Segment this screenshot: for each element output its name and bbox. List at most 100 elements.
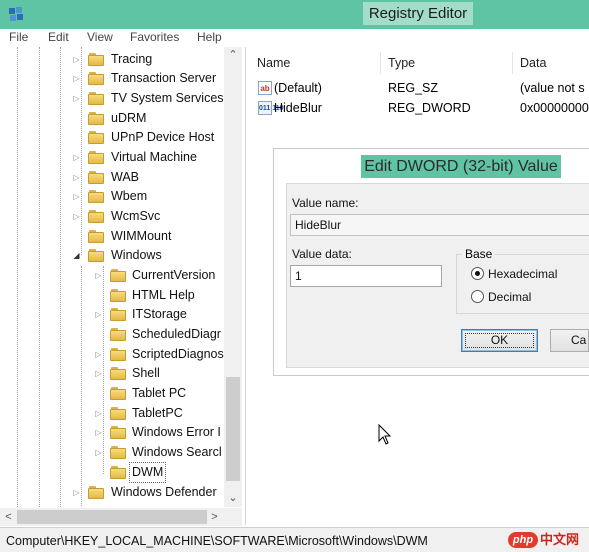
expand-arrow-icon[interactable]: ▷ (72, 207, 81, 226)
folder-icon (88, 131, 104, 144)
watermark-badge: php (508, 532, 538, 548)
folder-open-icon (88, 249, 104, 262)
expand-arrow-icon[interactable]: ▷ (72, 50, 81, 69)
menu-view[interactable]: View (87, 29, 113, 47)
scrollbar-thumb[interactable] (17, 510, 207, 524)
column-header-type[interactable]: Type (388, 52, 415, 74)
folder-icon (110, 466, 126, 479)
value-row-hideblur[interactable]: 011 110 HideBlur REG_DWORD 0x00000000 (248, 98, 589, 118)
tree-horizontal-scrollbar[interactable]: < > (0, 508, 242, 526)
tree-node-tv-system-services[interactable]: ▷ TV System Services (0, 89, 224, 108)
tree-vertical-scrollbar[interactable]: ⌃ ⌄ (224, 47, 242, 507)
tree-node-dwm[interactable]: DWM (0, 462, 224, 483)
tree-node-shell[interactable]: ▷ Shell (0, 364, 224, 383)
scroll-up-icon[interactable]: ⌃ (224, 47, 242, 64)
tree-node-tablet-pc[interactable]: Tablet PC (0, 384, 224, 403)
focus-rectangle (465, 333, 534, 348)
expand-arrow-icon[interactable]: ▷ (94, 345, 103, 364)
value-name-label: Value name: (292, 196, 359, 210)
scroll-left-icon[interactable]: < (0, 508, 17, 526)
base-groupbox (456, 254, 589, 314)
tree-node-windows-defender[interactable]: ▷ Windows Defender (0, 483, 224, 502)
scroll-right-icon[interactable]: > (206, 508, 223, 526)
expand-arrow-icon[interactable]: ▷ (72, 187, 81, 206)
expand-arrow-icon[interactable]: ▷ (72, 148, 81, 167)
folder-icon (88, 230, 104, 243)
decimal-label[interactable]: Decimal (488, 289, 531, 305)
registry-path: Computer\HKEY_LOCAL_MACHINE\SOFTWARE\Mic… (6, 534, 428, 548)
tree-node-scripteddiagnostics[interactable]: ▷ ScriptedDiagnos (0, 345, 224, 364)
tree-node-windows-search[interactable]: ▷ Windows Searcl (0, 443, 224, 462)
cancel-button[interactable]: Ca (550, 329, 589, 352)
expand-arrow-icon[interactable]: ▷ (94, 423, 103, 442)
tree-node-wimmount[interactable]: WIMMount (0, 227, 224, 246)
column-divider[interactable] (512, 52, 513, 74)
tree-node-upnp-device-host[interactable]: UPnP Device Host (0, 128, 224, 147)
value-data-input[interactable]: 1 (290, 265, 442, 287)
folder-icon (88, 112, 104, 125)
tree-node-transaction-server[interactable]: ▷ Transaction Server (0, 69, 224, 88)
tree-node-scheduleddiagnostics[interactable]: ScheduledDiagr (0, 325, 224, 344)
folder-icon (88, 53, 104, 66)
menu-edit[interactable]: Edit (48, 29, 69, 47)
tree-node-tabletpc[interactable]: ▷ TabletPC (0, 404, 224, 423)
expand-arrow-icon[interactable]: ▷ (94, 364, 103, 383)
expand-arrow-icon[interactable]: ▷ (94, 305, 103, 324)
tree-node-wab[interactable]: ▷ WAB (0, 168, 224, 187)
tree-node-tracing[interactable]: ▷ Tracing (0, 50, 224, 69)
folder-icon (110, 426, 126, 439)
menu-file[interactable]: File (9, 29, 28, 47)
tree-node-windows-error-reporting[interactable]: ▷ Windows Error I (0, 423, 224, 442)
tree-node-wcmsvc[interactable]: ▷ WcmSvc (0, 207, 224, 226)
expand-arrow-icon[interactable]: ▷ (72, 69, 81, 88)
folder-icon (88, 171, 104, 184)
folder-icon (110, 289, 126, 302)
column-divider[interactable] (380, 52, 381, 74)
registry-editor-icon (9, 7, 23, 21)
tree-node-currentversion[interactable]: ▷ CurrentVersion (0, 266, 224, 285)
tree-node-wbem[interactable]: ▷ Wbem (0, 187, 224, 206)
folder-icon (110, 348, 126, 361)
folder-icon (88, 72, 104, 85)
value-name-field[interactable]: HideBlur (290, 214, 589, 236)
folder-icon (88, 486, 104, 499)
tree-node-html-help[interactable]: HTML Help (0, 286, 224, 305)
ok-button[interactable]: OK (461, 329, 538, 352)
tree-node-virtual-machine[interactable]: ▷ Virtual Machine (0, 148, 224, 167)
status-bar: Computer\HKEY_LOCAL_MACHINE\SOFTWARE\Mic… (0, 527, 589, 552)
tree-node-itstorage[interactable]: ▷ ITStorage (0, 305, 224, 324)
folder-icon (88, 92, 104, 105)
folder-icon (110, 269, 126, 282)
column-header-name[interactable]: Name (257, 52, 290, 74)
tree-node-windows[interactable]: ◢ Windows (0, 246, 224, 265)
decimal-radio[interactable] (471, 290, 484, 303)
expand-arrow-icon[interactable]: ▷ (94, 404, 103, 423)
menu-help[interactable]: Help (197, 29, 222, 47)
scrollbar-thumb[interactable] (226, 377, 240, 481)
menu-favorites[interactable]: Favorites (130, 29, 179, 47)
folder-icon (110, 446, 126, 459)
window-title: Registry Editor (363, 2, 473, 25)
hexadecimal-radio[interactable] (471, 267, 484, 280)
expand-arrow-icon[interactable]: ▷ (72, 483, 81, 502)
column-header-data[interactable]: Data (520, 52, 546, 74)
value-type: REG_SZ (388, 81, 439, 95)
value-type: REG_DWORD (388, 101, 471, 115)
value-row-default[interactable]: ab (Default) REG_SZ (value not s (248, 78, 589, 98)
tree-node-udrm[interactable]: uDRM (0, 109, 224, 128)
dialog-title: Edit DWORD (32-bit) Value (361, 155, 561, 178)
folder-icon (110, 328, 126, 341)
hexadecimal-label[interactable]: Hexadecimal (488, 266, 557, 282)
site-watermark-logo: php 中文网 (508, 531, 586, 549)
expand-arrow-icon[interactable]: ▷ (72, 168, 81, 187)
expand-arrow-icon[interactable]: ▷ (94, 266, 103, 285)
registry-tree[interactable]: ▷ Tracing ▷ Transaction Server ▷ TV Syst… (0, 47, 246, 525)
collapse-arrow-icon[interactable]: ◢ (72, 246, 81, 265)
title-bar: Registry Editor (0, 0, 589, 29)
expand-arrow-icon[interactable]: ▷ (94, 443, 103, 462)
scroll-down-icon[interactable]: ⌄ (224, 490, 242, 507)
expand-arrow-icon[interactable]: ▷ (72, 89, 81, 108)
folder-icon (110, 407, 126, 420)
folder-icon (110, 387, 126, 400)
folder-icon (110, 367, 126, 380)
